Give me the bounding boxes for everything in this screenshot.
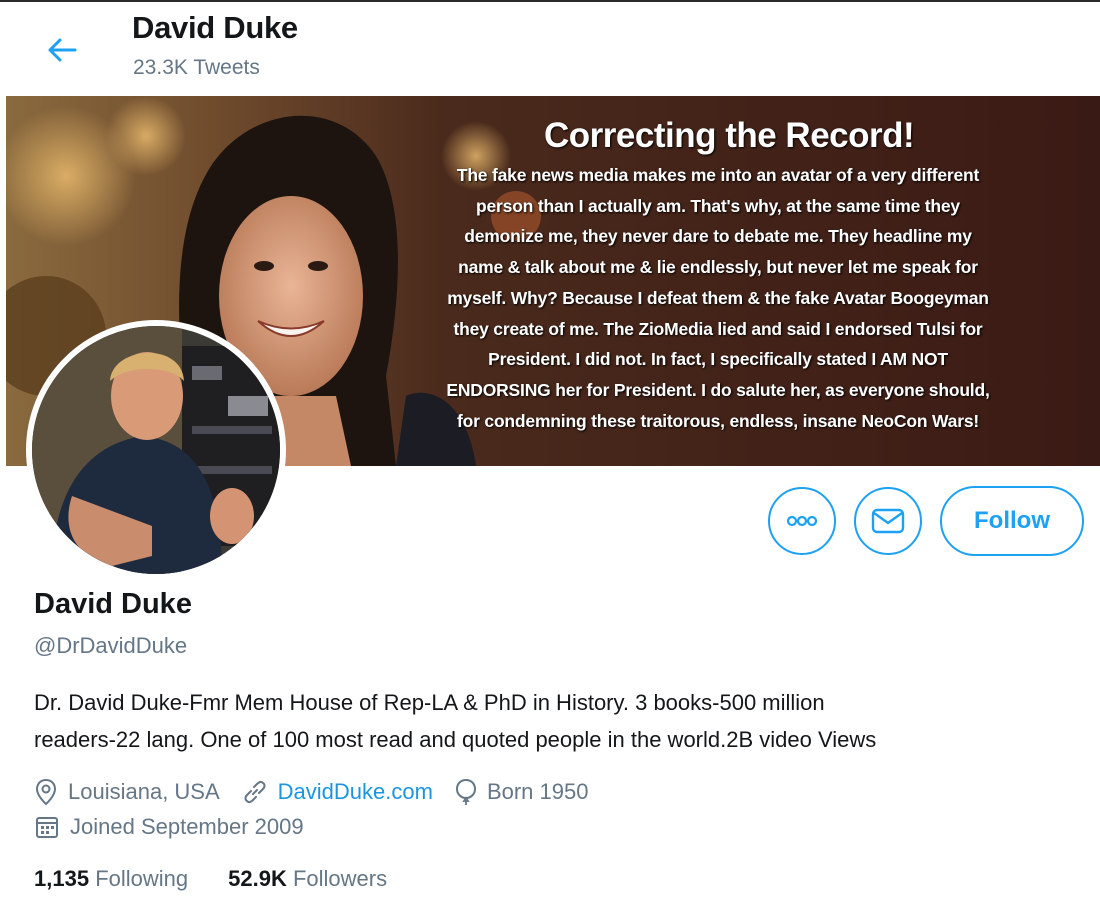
banner-line: person than I actually am. That's why, a…: [476, 195, 960, 216]
followers-stat[interactable]: 52.9K Followers: [228, 866, 387, 892]
profile-joined-row: Joined September 2009: [34, 814, 326, 840]
balloon-icon: [455, 778, 476, 805]
following-stat[interactable]: 1,135 Following: [34, 866, 188, 892]
profile-name: David Duke: [34, 588, 192, 620]
follow-stats: 1,135 Following 52.9K Followers: [34, 866, 427, 892]
website-link[interactable]: DavidDuke.com: [278, 779, 433, 805]
followers-label: Followers: [292, 866, 388, 891]
profile-handle: @DrDavidDuke: [34, 633, 188, 658]
banner-line: ENDORSING her for President. I do salute…: [446, 379, 990, 400]
banner-line: demonize me, they never dare to debate m…: [464, 226, 972, 247]
banner-line: The fake news media makes me into an ava…: [456, 165, 980, 185]
joined-item: Joined September 2009: [34, 814, 304, 840]
profile-avatar[interactable]: [26, 320, 286, 580]
joined-text: Joined September 2009: [70, 814, 304, 839]
banner-body: The fake news media makes me into an ava…: [368, 160, 1068, 436]
website-item[interactable]: DavidDuke.com: [242, 779, 433, 805]
birth-item: Born 1950: [455, 778, 589, 806]
banner-line: they create of me. The ZioMedia lied and…: [453, 318, 983, 339]
profile-actions: Follow: [768, 486, 1084, 556]
envelope-icon: [871, 508, 905, 534]
location-text: Louisiana, USA: [68, 779, 220, 804]
profile-header: David Duke 23.3K Tweets: [0, 2, 1100, 96]
banner-line: President. I did not. In fact, I specifi…: [488, 349, 948, 370]
banner-line: name & talk about me & lie endlessly, bu…: [458, 257, 978, 278]
bio-line: Dr. David Duke-Fmr Mem House of Rep-LA &…: [34, 690, 825, 715]
banner-title: Correcting the Record!: [544, 116, 915, 155]
born-text: Born 1950: [486, 779, 589, 804]
back-button[interactable]: [40, 28, 84, 72]
followers-count: 52.9K: [228, 866, 287, 891]
more-horizontal-icon: [786, 515, 818, 527]
link-icon: [244, 780, 266, 804]
message-button[interactable]: [854, 487, 922, 555]
location-pin-icon: [35, 778, 57, 806]
profile-bio: Dr. David Duke-Fmr Mem House of Rep-LA &…: [34, 684, 1084, 758]
following-label: Following: [95, 866, 189, 891]
banner-line: myself. Why? Because I defeat them & the…: [447, 287, 989, 308]
bio-line: readers-22 lang. One of 100 most read an…: [34, 727, 877, 752]
banner-text-block: Correcting the Record! The fake news med…: [368, 116, 1068, 436]
follow-button[interactable]: Follow: [940, 486, 1084, 556]
avatar-photo: [32, 326, 280, 574]
arrow-left-icon: [48, 38, 77, 62]
more-options-button[interactable]: [768, 487, 836, 555]
calendar-icon: [36, 817, 58, 838]
header-name: David Duke: [132, 10, 298, 45]
header-tweet-count: 23.3K Tweets: [133, 56, 260, 79]
following-count: 1,135: [34, 866, 90, 891]
banner-line: for condemning these traitorous, endless…: [457, 410, 979, 431]
profile-meta-row: Louisiana, USA DavidDuke.com Born 1950: [34, 778, 610, 806]
location-item: Louisiana, USA: [34, 778, 220, 806]
